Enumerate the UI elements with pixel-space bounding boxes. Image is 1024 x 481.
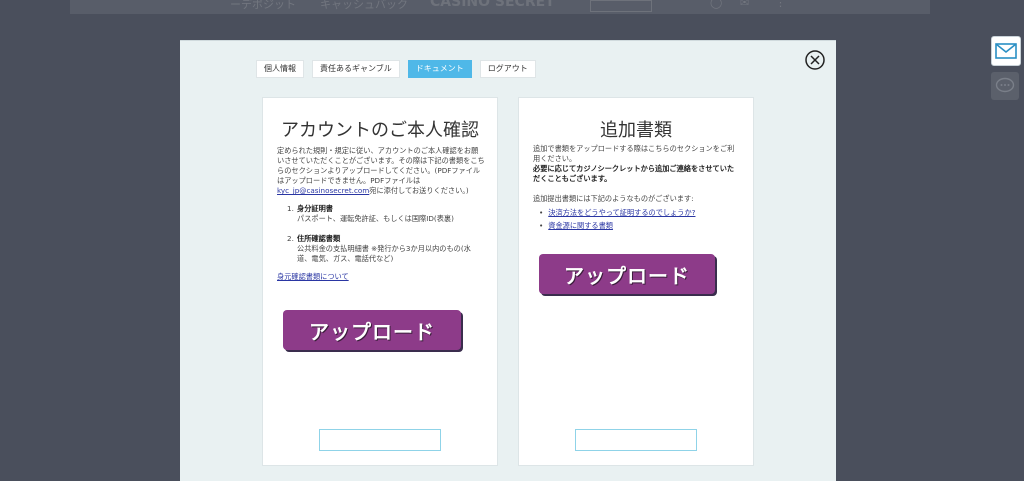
- additional-upload-button[interactable]: アップロード: [539, 254, 715, 294]
- additional-description: 追加で書類をアップロードする際はこちらのセクションをご利用ください。: [533, 144, 735, 163]
- close-button[interactable]: [804, 49, 826, 71]
- bg-mail-icon: ✉: [740, 0, 750, 9]
- identity-file-input[interactable]: [319, 429, 441, 451]
- about-id-documents-link[interactable]: 身元確認書類について: [277, 272, 349, 281]
- bg-nav-cashback: キャッシュバック: [320, 0, 408, 11]
- identity-verification-panel: アカウントのご本人確認 定められた規則・規定に従い、アカウントのご本人確認をお願…: [262, 97, 498, 466]
- required-documents-list: 1. 身分証明書 パスポート、運転免許証、もしくは国際ID(表裏) 2. 住所確認書…: [287, 204, 485, 264]
- close-circle-icon: [805, 50, 825, 70]
- identity-description-text-1: 定められた規則・規定に従い、アカウントのご本人確認をお願いさせていただくことがご…: [277, 146, 485, 185]
- bg-logo: CASINO SECRET: [430, 0, 555, 10]
- list-item: 資金源に関する書類: [539, 221, 741, 231]
- source-of-funds-link[interactable]: 資金源に関する書類: [548, 221, 613, 230]
- list-item-detail: 公共料金の支払明細書 ※発行から3か月以内のもの(水道、電気、ガス、電話代など): [297, 244, 471, 263]
- tab-responsible-gambling[interactable]: 責任あるギャンブル: [312, 60, 400, 78]
- tab-logout[interactable]: ログアウト: [479, 60, 536, 78]
- list-item-detail: パスポート、運転免許証、もしくは国際ID(表裏): [297, 214, 454, 223]
- mail-icon: [995, 43, 1017, 59]
- kyc-email-link[interactable]: kyc_jp@casinosecret.com: [277, 186, 369, 195]
- side-mail-button[interactable]: [991, 36, 1021, 66]
- identity-description-text-2: 宛に添付してお送りください。): [369, 186, 469, 195]
- identity-verification-body: 定められた規則・規定に従い、アカウントのご本人確認をお願いさせていただくことがご…: [277, 146, 485, 282]
- additional-documents-title: 追加書類: [600, 120, 672, 141]
- list-item-title: 住所確認書類: [297, 234, 341, 243]
- additional-documents-list: 決済方法をどうやって証明するのでしょうか? 資金源に関する書類: [539, 208, 741, 231]
- background-header: ーデポジット キャッシュバック CASINO SECRET ◯ ✉ ⋮: [70, 0, 930, 14]
- list-item-title: 身分証明書: [297, 204, 333, 213]
- additional-list-intro: 追加提出書類には下記のようなものがございます:: [533, 194, 694, 203]
- account-tabs: 個人情報 責任あるギャンブル ドキュメント ログアウト: [256, 60, 536, 78]
- additional-documents-panel: 追加書類 追加で書類をアップロードする際はこちらのセクションをご利用ください。 …: [518, 97, 754, 466]
- list-item: 2. 住所確認書類 公共料金の支払明細書 ※発行から3か月以内のもの(水道、電気、…: [287, 234, 485, 264]
- identity-description: 定められた規則・規定に従い、アカウントのご本人確認をお願いさせていただくことがご…: [277, 146, 485, 196]
- list-item: 決済方法をどうやって証明するのでしょうか?: [539, 208, 741, 218]
- list-item-number: 1.: [287, 204, 294, 213]
- additional-description-bold: 必要に応じてカジノシークレットから追加ご連絡をさせていただくこともございます。: [533, 164, 735, 183]
- side-chat-button[interactable]: [991, 72, 1019, 100]
- identity-verification-title: アカウントのご本人確認: [281, 120, 479, 141]
- tab-documents[interactable]: ドキュメント: [407, 60, 472, 78]
- bg-user-icon: ◯: [710, 0, 723, 9]
- payment-proof-link[interactable]: 決済方法をどうやって証明するのでしょうか?: [548, 208, 695, 217]
- additional-documents-body: 追加で書類をアップロードする際はこちらのセクションをご利用ください。 必要に応じ…: [533, 144, 741, 234]
- documents-modal: 個人情報 責任あるギャンブル ドキュメント ログアウト アカウントのご本人確認 …: [180, 40, 836, 481]
- chat-bubble-icon: [995, 77, 1015, 93]
- identity-upload-button[interactable]: アップロード: [283, 310, 461, 350]
- bg-more-icon: ⋮: [775, 0, 786, 9]
- list-item-number: 2.: [287, 234, 294, 243]
- tab-personal-info[interactable]: 個人情報: [256, 60, 304, 78]
- additional-file-input[interactable]: [575, 429, 697, 451]
- bg-header-box: [590, 0, 652, 12]
- bg-nav-deposit: ーデポジット: [230, 0, 296, 11]
- list-item: 1. 身分証明書 パスポート、運転免許証、もしくは国際ID(表裏): [287, 204, 485, 224]
